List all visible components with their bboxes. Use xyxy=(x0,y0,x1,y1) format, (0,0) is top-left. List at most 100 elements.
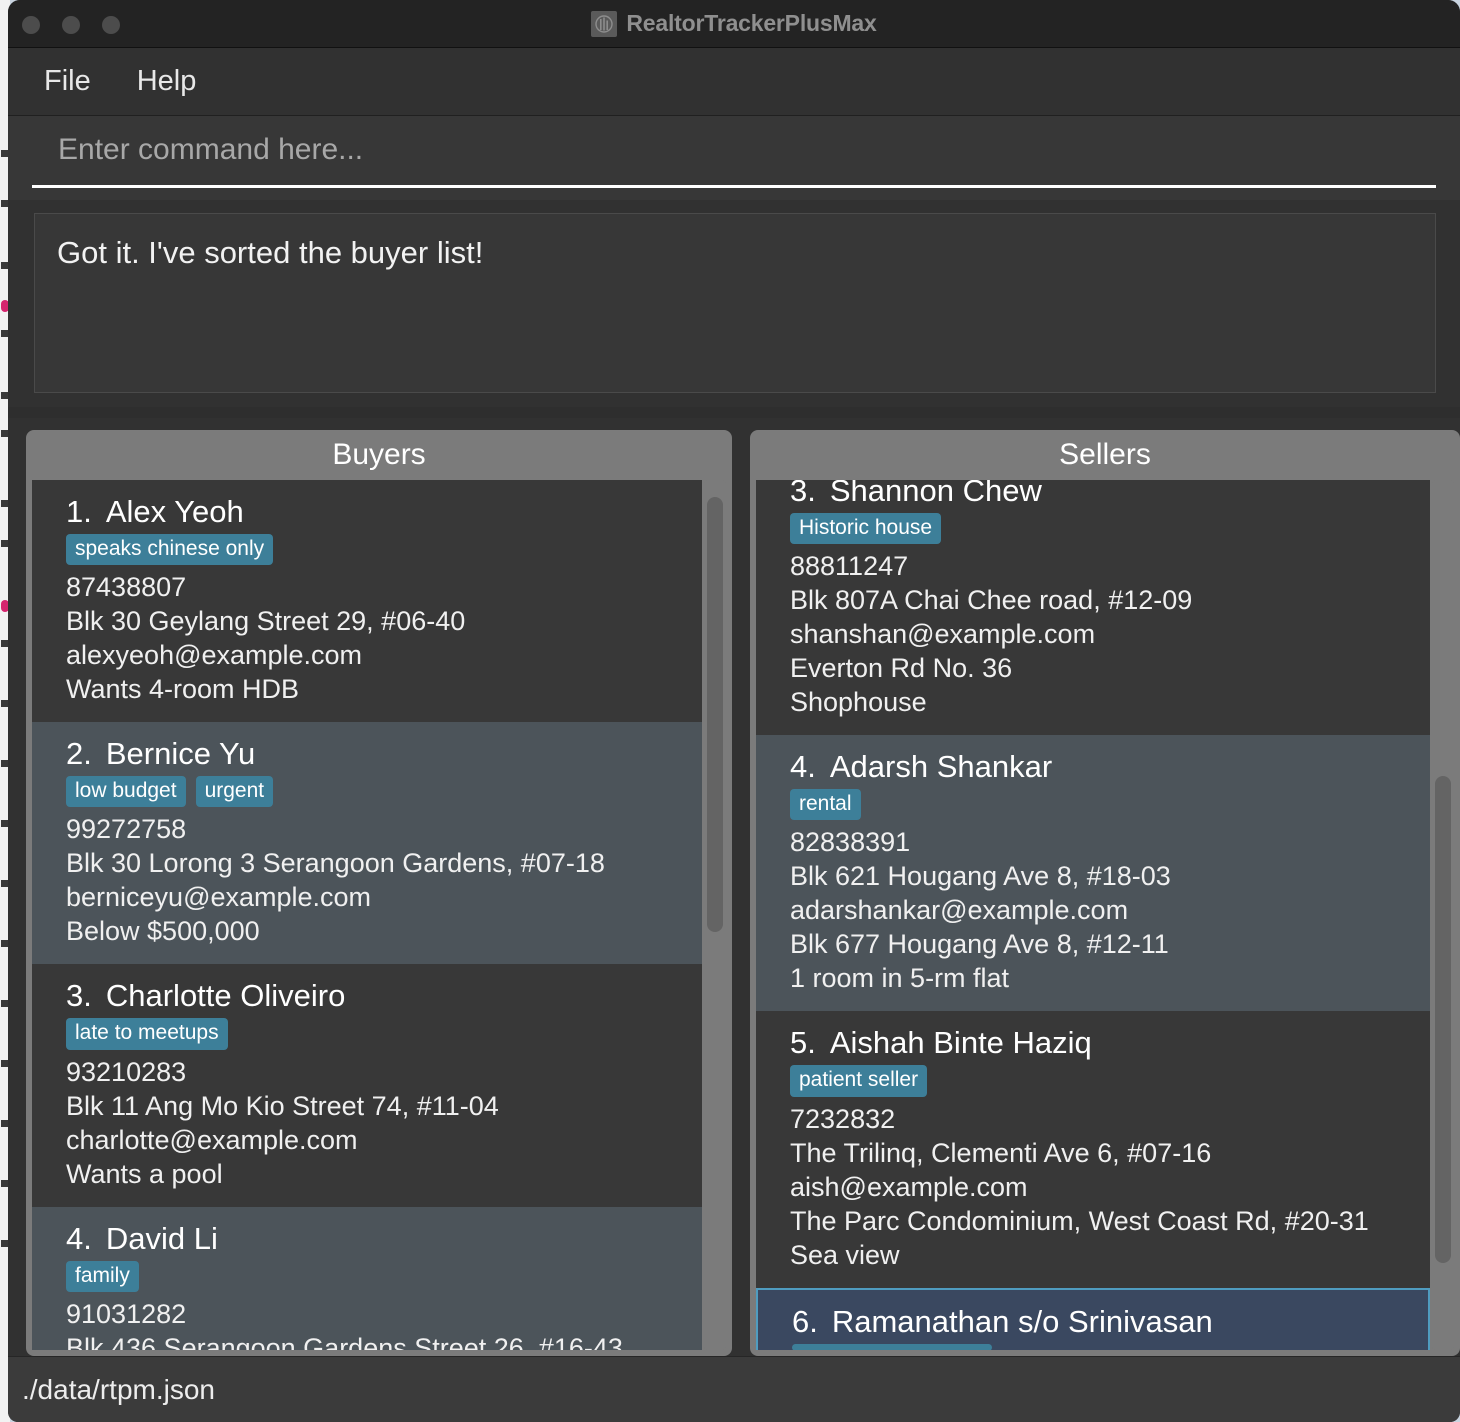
person-detail: 1 room in 5-rm flat xyxy=(790,963,1010,994)
list-item[interactable]: 2. Bernice Yu low budget urgent 99272758 Blk … xyxy=(32,722,702,965)
tag: rental xyxy=(790,789,861,821)
person-detail: 87438807 xyxy=(66,572,187,603)
list-item[interactable]: 5. Aishah Binte Haziq patient seller 723283… xyxy=(756,1011,1430,1288)
tag: speaks chinese only xyxy=(66,534,274,566)
person-index: 4. xyxy=(790,749,816,785)
person-name-text: Aishah Binte Haziq xyxy=(829,1025,1092,1061)
person-detail: Below $500,000 xyxy=(66,916,260,947)
tag: family xyxy=(66,1260,139,1292)
person-name-text: Shannon Chew xyxy=(829,480,1042,508)
person-index: 6. xyxy=(792,1303,818,1339)
sellers-panel: Sellers 3. Shannon Chew Historic house 8881… xyxy=(750,430,1460,1356)
data-file-path: ./data/rtpm.json xyxy=(22,1373,215,1405)
person-detail: 93210283 xyxy=(66,1056,187,1087)
sellers-list[interactable]: 3. Shannon Chew Historic house 88811247 Blk … xyxy=(756,480,1430,1350)
person-detail: 7232832 xyxy=(790,1103,896,1134)
person-index: 4. xyxy=(66,1220,92,1256)
command-area xyxy=(8,116,1460,200)
response-area: Got it. I've sorted the buyer list! xyxy=(8,200,1460,407)
buyers-scrollbar-thumb[interactable] xyxy=(707,497,723,933)
app-building-icon xyxy=(591,10,618,37)
tag-row: late to meetups xyxy=(66,1018,702,1050)
person-detail: 91031282 xyxy=(66,1298,187,1329)
tag: Historic house xyxy=(790,513,942,545)
list-item[interactable]: 4. David Li family 91031282 Blk 436 Serangoo… xyxy=(32,1206,702,1350)
person-name-text: Alex Yeoh xyxy=(105,494,244,529)
person-name: 1. Alex Yeoh xyxy=(66,494,702,530)
person-detail: Everton Rd No. 36 xyxy=(790,653,1013,684)
person-name-text: Charlotte Oliveiro xyxy=(105,978,346,1014)
tag xyxy=(792,1343,992,1350)
sellers-scrollbar-thumb[interactable] xyxy=(1435,775,1451,1263)
person-name-text: Ramanathan s/o Srinivasan xyxy=(831,1303,1213,1339)
sellers-panel-title: Sellers xyxy=(1059,438,1151,471)
buyers-list[interactable]: 1. Alex Yeoh speaks chinese only 87438807 Bl… xyxy=(32,480,702,1350)
buyers-panel-body: 1. Alex Yeoh speaks chinese only 87438807 Bl… xyxy=(26,480,732,1356)
person-detail: shanshan@example.com xyxy=(790,619,1096,650)
window-title: RealtorTrackerPlusMax xyxy=(626,10,877,36)
person-detail: Sea view xyxy=(790,1239,900,1270)
sellers-panel-body: 3. Shannon Chew Historic house 88811247 Blk … xyxy=(750,480,1460,1356)
person-detail: Blk 621 Hougang Ave 8, #18-03 xyxy=(790,861,1171,892)
person-detail: Blk 436 Serangoon Gardens Street 26, #16… xyxy=(66,1332,623,1350)
list-item[interactable]: 3. Shannon Chew Historic house 88811247 Blk … xyxy=(756,480,1430,736)
person-name: 3. Shannon Chew xyxy=(790,480,1430,509)
person-detail: charlotte@example.com xyxy=(66,1124,358,1155)
menubar: File Help xyxy=(8,48,1460,116)
person-index: 1. xyxy=(66,494,92,529)
tag-row: Historic house xyxy=(790,513,1430,545)
tag-row: rental xyxy=(790,789,1430,821)
buyers-panel: Buyers 1. Alex Yeoh speaks chinese only 874… xyxy=(26,430,732,1356)
tag: low budget xyxy=(66,776,186,808)
person-detail: 99272758 xyxy=(66,814,187,845)
person-detail: 82838391 xyxy=(790,827,911,858)
person-index: 3. xyxy=(66,978,92,1014)
list-item[interactable]: 6. Ramanathan s/o Srinivasan xyxy=(756,1287,1430,1350)
person-name: 5. Aishah Binte Haziq xyxy=(790,1025,1430,1061)
person-detail: Wants a pool xyxy=(66,1158,223,1189)
person-name-text: Adarsh Shankar xyxy=(829,749,1053,785)
person-name: 4. Adarsh Shankar xyxy=(790,749,1430,785)
buyers-panel-title: Buyers xyxy=(332,438,426,471)
tag: late to meetups xyxy=(66,1018,228,1050)
person-detail: Blk 11 Ang Mo Kio Street 74, #11-04 xyxy=(66,1090,499,1121)
list-item[interactable]: 4. Adarsh Shankar rental 82838391 Blk 621 Ho… xyxy=(756,735,1430,1012)
person-name-text: Bernice Yu xyxy=(105,736,256,772)
person-index: 3. xyxy=(790,480,816,508)
list-item[interactable]: 1. Alex Yeoh speaks chinese only 87438807 Bl… xyxy=(32,480,702,723)
tag-row: speaks chinese only xyxy=(66,534,702,566)
sellers-scrollbar[interactable] xyxy=(1432,480,1454,1350)
command-input[interactable] xyxy=(32,128,1436,188)
person-detail: Blk 30 Geylang Street 29, #06-40 xyxy=(66,606,466,637)
tag-row: family xyxy=(66,1260,702,1292)
buyers-panel-header: Buyers xyxy=(26,430,732,480)
tag-row: patient seller xyxy=(790,1065,1430,1097)
person-name: 4. David Li xyxy=(66,1221,702,1257)
statusbar: ./data/rtpm.json xyxy=(8,1356,1460,1422)
person-detail: 88811247 xyxy=(790,551,909,582)
person-detail: The Parc Condominium, West Coast Rd, #20… xyxy=(790,1205,1369,1236)
person-name: 3. Charlotte Oliveiro xyxy=(66,978,702,1014)
person-name-text: David Li xyxy=(105,1220,218,1256)
list-item[interactable]: 3. Charlotte Oliveiro late to meetups 93210… xyxy=(32,964,702,1207)
titlebar: RealtorTrackerPlusMax xyxy=(8,0,1460,48)
person-detail: adarshankar@example.com xyxy=(790,895,1129,926)
person-detail: Shophouse xyxy=(790,687,927,718)
response-box: Got it. I've sorted the buyer list! xyxy=(34,213,1436,393)
person-detail: The Trilinq, Clementi Ave 6, #07-16 xyxy=(790,1137,1212,1168)
person-name: 6. Ramanathan s/o Srinivasan xyxy=(792,1304,1428,1340)
person-index: 5. xyxy=(790,1025,816,1061)
buyers-scrollbar[interactable] xyxy=(704,480,726,1350)
person-detail: Blk 807A Chai Chee road, #12-09 xyxy=(790,585,1193,616)
person-detail: Blk 677 Hougang Ave 8, #12-11 xyxy=(790,929,1169,960)
menu-item-file[interactable]: File xyxy=(44,65,91,98)
person-detail: aish@example.com xyxy=(790,1171,1028,1202)
person-index: 2. xyxy=(66,736,92,772)
tag-row: low budget urgent xyxy=(66,776,702,808)
response-message: Got it. I've sorted the buyer list! xyxy=(57,235,484,270)
app-window: RealtorTrackerPlusMax File Help Got it. … xyxy=(8,0,1460,1422)
tag-row xyxy=(792,1343,1428,1350)
menu-item-help[interactable]: Help xyxy=(137,65,197,98)
tag: patient seller xyxy=(790,1065,928,1097)
person-detail: berniceyu@example.com xyxy=(66,882,372,913)
